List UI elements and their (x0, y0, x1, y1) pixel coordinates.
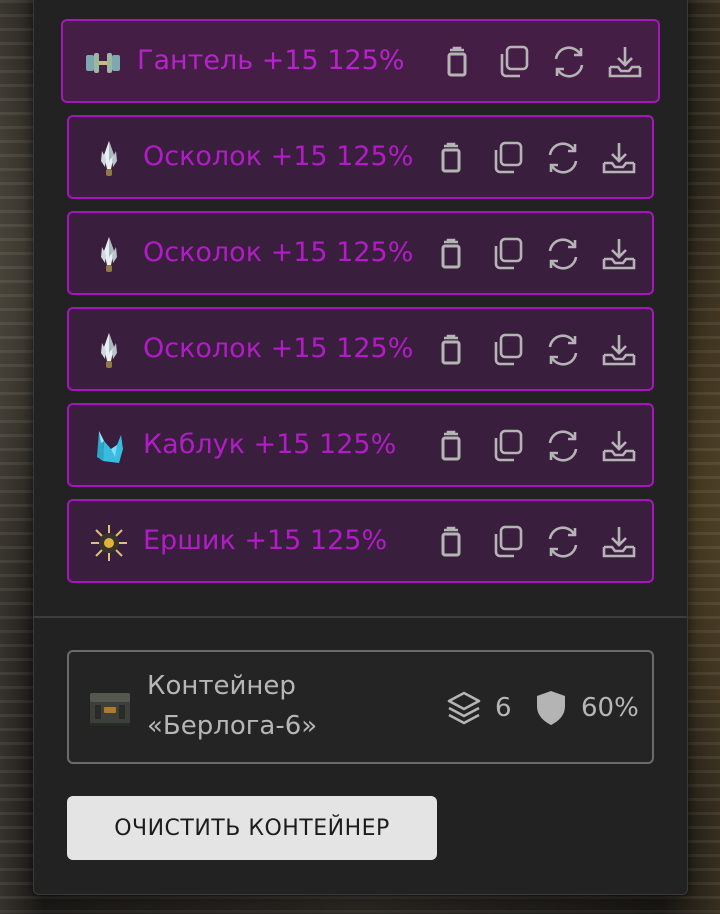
copy-button[interactable] (488, 139, 526, 177)
trash-icon (441, 334, 461, 365)
container-name: Контейнер «Берлога-6» (147, 666, 317, 746)
refresh-icon (548, 142, 578, 174)
trash-icon (441, 142, 461, 173)
download-icon (602, 143, 636, 174)
download-button[interactable] (606, 43, 644, 81)
layers-icon (447, 691, 481, 725)
copy-button[interactable] (494, 43, 532, 81)
download-button[interactable] (600, 523, 638, 561)
download-button[interactable] (600, 235, 638, 273)
refresh-icon (548, 238, 578, 270)
delete-button[interactable] (432, 331, 470, 369)
download-icon (602, 335, 636, 366)
spiky-ball-icon (91, 525, 127, 561)
refresh-button[interactable] (544, 427, 582, 465)
download-icon (602, 431, 636, 462)
delete-button[interactable] (432, 427, 470, 465)
item-label: Ершик +15 125% (143, 525, 388, 556)
list-item[interactable]: Каблук +15 125% (67, 403, 654, 487)
list-item[interactable]: Осколок +15 125% (67, 115, 654, 199)
refresh-button[interactable] (544, 523, 582, 561)
download-button[interactable] (600, 331, 638, 369)
slots-count: 6 (495, 693, 512, 723)
list-item[interactable]: Гантель +15 125% (61, 19, 660, 103)
item-label: Каблук +15 125% (143, 429, 397, 460)
delete-button[interactable] (438, 43, 476, 81)
list-item[interactable]: Осколок +15 125% (67, 211, 654, 295)
trash-icon (441, 526, 461, 557)
shard-icon (101, 333, 117, 368)
download-icon (608, 47, 642, 78)
copy-icon (494, 141, 523, 174)
delete-button[interactable] (432, 235, 470, 273)
inventory-panel: Гантель +15 125% Осколок +15 125% Осколо… (33, 0, 688, 895)
refresh-icon (554, 46, 584, 78)
copy-icon (494, 525, 523, 558)
refresh-button[interactable] (544, 139, 582, 177)
refresh-icon (548, 430, 578, 462)
trash-icon (447, 46, 467, 77)
copy-button[interactable] (488, 427, 526, 465)
heel-crystal-icon (97, 431, 123, 463)
shield-icon (537, 691, 565, 725)
list-item[interactable]: Осколок +15 125% (67, 307, 654, 391)
item-label: Осколок +15 125% (143, 141, 414, 172)
shard-icon (101, 141, 117, 176)
list-item[interactable]: Ершик +15 125% (67, 499, 654, 583)
shard-icon (101, 237, 117, 272)
copy-button[interactable] (488, 235, 526, 273)
protection-value: 60% (581, 693, 639, 723)
copy-icon (494, 237, 523, 270)
delete-button[interactable] (432, 523, 470, 561)
refresh-button[interactable] (550, 43, 588, 81)
dumbbell-icon (86, 53, 120, 73)
item-label: Осколок +15 125% (143, 333, 414, 364)
clear-container-button[interactable]: ОЧИСТИТЬ КОНТЕЙНЕР (67, 796, 437, 860)
container-chest-icon (90, 693, 130, 726)
refresh-button[interactable] (544, 331, 582, 369)
container-card: Контейнер «Берлога-6» 6 60% (67, 650, 654, 764)
refresh-button[interactable] (544, 235, 582, 273)
download-icon (602, 527, 636, 558)
trash-icon (441, 430, 461, 461)
trash-icon (441, 238, 461, 269)
protection-stat: 60% (535, 688, 639, 728)
refresh-icon (548, 526, 578, 558)
item-label: Гантель +15 125% (137, 45, 405, 76)
download-button[interactable] (600, 427, 638, 465)
copy-icon (500, 45, 529, 78)
container-name-line1: Контейнер (147, 671, 296, 701)
slots-stat: 6 (445, 688, 512, 728)
copy-button[interactable] (488, 523, 526, 561)
copy-icon (494, 429, 523, 462)
copy-icon (494, 333, 523, 366)
refresh-icon (548, 334, 578, 366)
divider (34, 616, 687, 618)
copy-button[interactable] (488, 331, 526, 369)
delete-button[interactable] (432, 139, 470, 177)
container-name-line2: «Берлога-6» (147, 711, 318, 741)
download-icon (602, 239, 636, 270)
download-button[interactable] (600, 139, 638, 177)
item-label: Осколок +15 125% (143, 237, 414, 268)
